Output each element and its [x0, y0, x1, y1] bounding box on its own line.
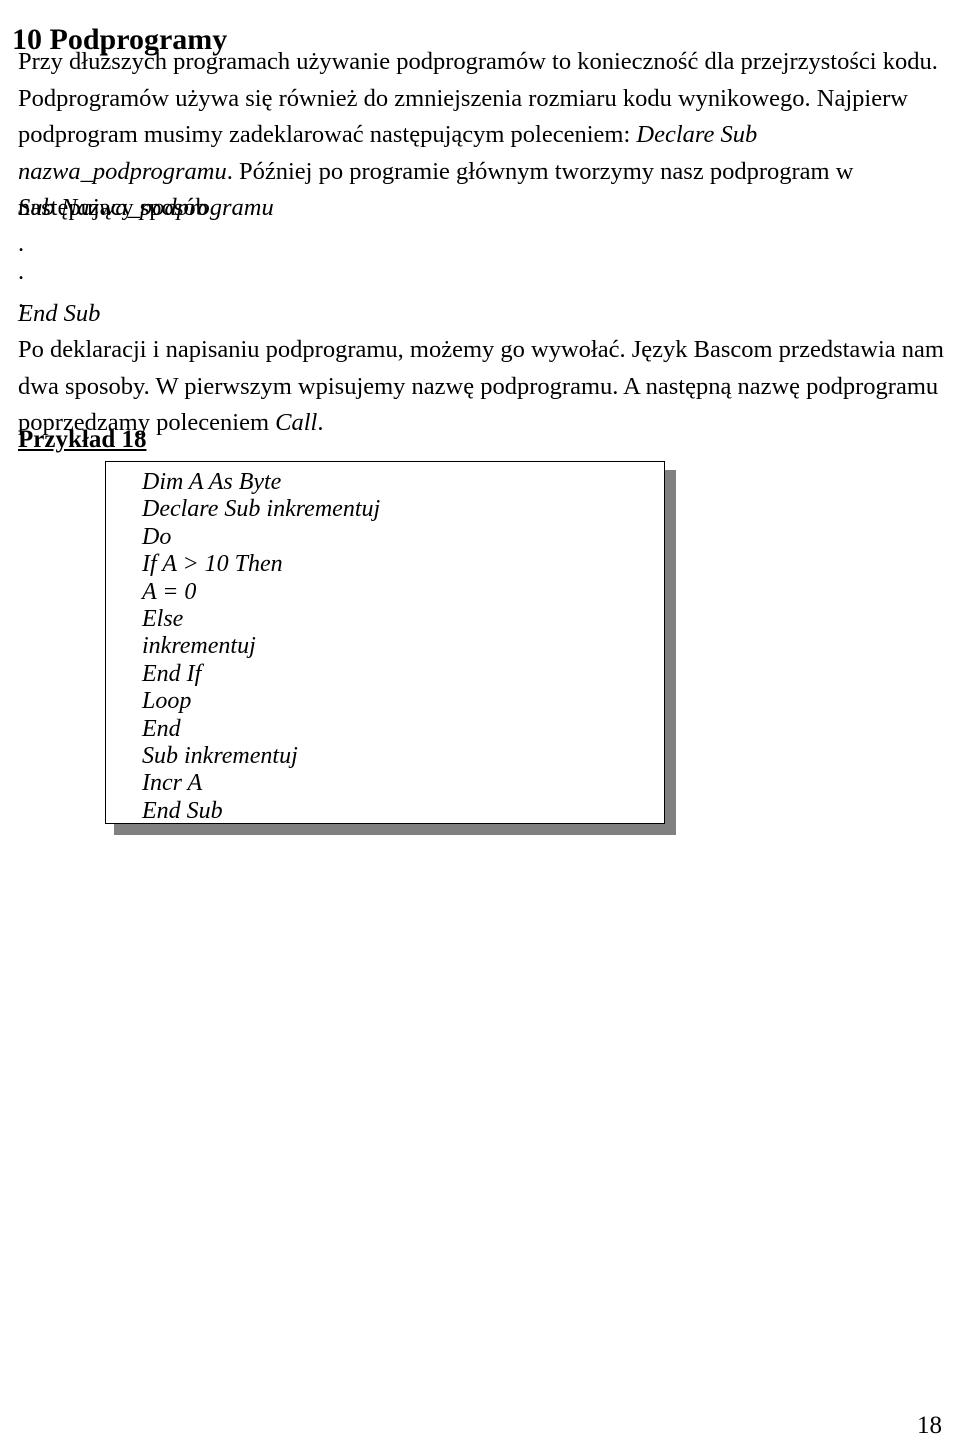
- calling-paragraph-block: Po deklaracji i napisaniu podprogramu, m…: [18, 332, 946, 442]
- code-line: Loop: [142, 688, 192, 715]
- code-line: Do: [142, 523, 172, 550]
- code-example-box: Dim A As Byte Declare Sub inkrementuj Do If…: [105, 461, 677, 836]
- code-listing: Dim A As Byte Declare Sub inkrementuj Do If…: [142, 469, 380, 825]
- call-keyword-italic: Call: [275, 409, 318, 436]
- end-sub-line: End Sub: [18, 300, 101, 327]
- document-page: 10 Podprogramy Przy dłuższych programach…: [0, 0, 960, 1453]
- code-line: Else: [142, 606, 184, 633]
- code-line: Incr A: [142, 770, 203, 797]
- example-heading: Przykład 18: [18, 426, 147, 453]
- code-line: End: [142, 715, 181, 742]
- code-line: inkrementuj: [142, 633, 256, 660]
- intro-text-a: Przy dłuższych programach używanie podpr…: [18, 48, 938, 148]
- sub-signature-line: Sub Nazwa_podprogramu: [18, 194, 274, 221]
- code-line: Declare Sub inkrementuj: [142, 496, 381, 523]
- code-line: Sub inkrementuj: [142, 743, 298, 770]
- calling-text-a: Po deklaracji i napisaniu podprogramu, m…: [18, 336, 944, 436]
- code-line: A = 0: [142, 578, 197, 605]
- code-line: Dim A As Byte: [142, 469, 282, 495]
- calling-text-c: .: [317, 409, 324, 436]
- code-line: End Sub: [142, 797, 223, 824]
- code-box-frame: Dim A As Byte Declare Sub inkrementuj Do If…: [105, 461, 665, 824]
- calling-paragraph: Po deklaracji i napisaniu podprogramu, m…: [18, 332, 946, 442]
- code-line: If A > 10 Then: [142, 551, 283, 578]
- page-number: 18: [917, 1412, 942, 1439]
- code-line: End If: [142, 660, 202, 687]
